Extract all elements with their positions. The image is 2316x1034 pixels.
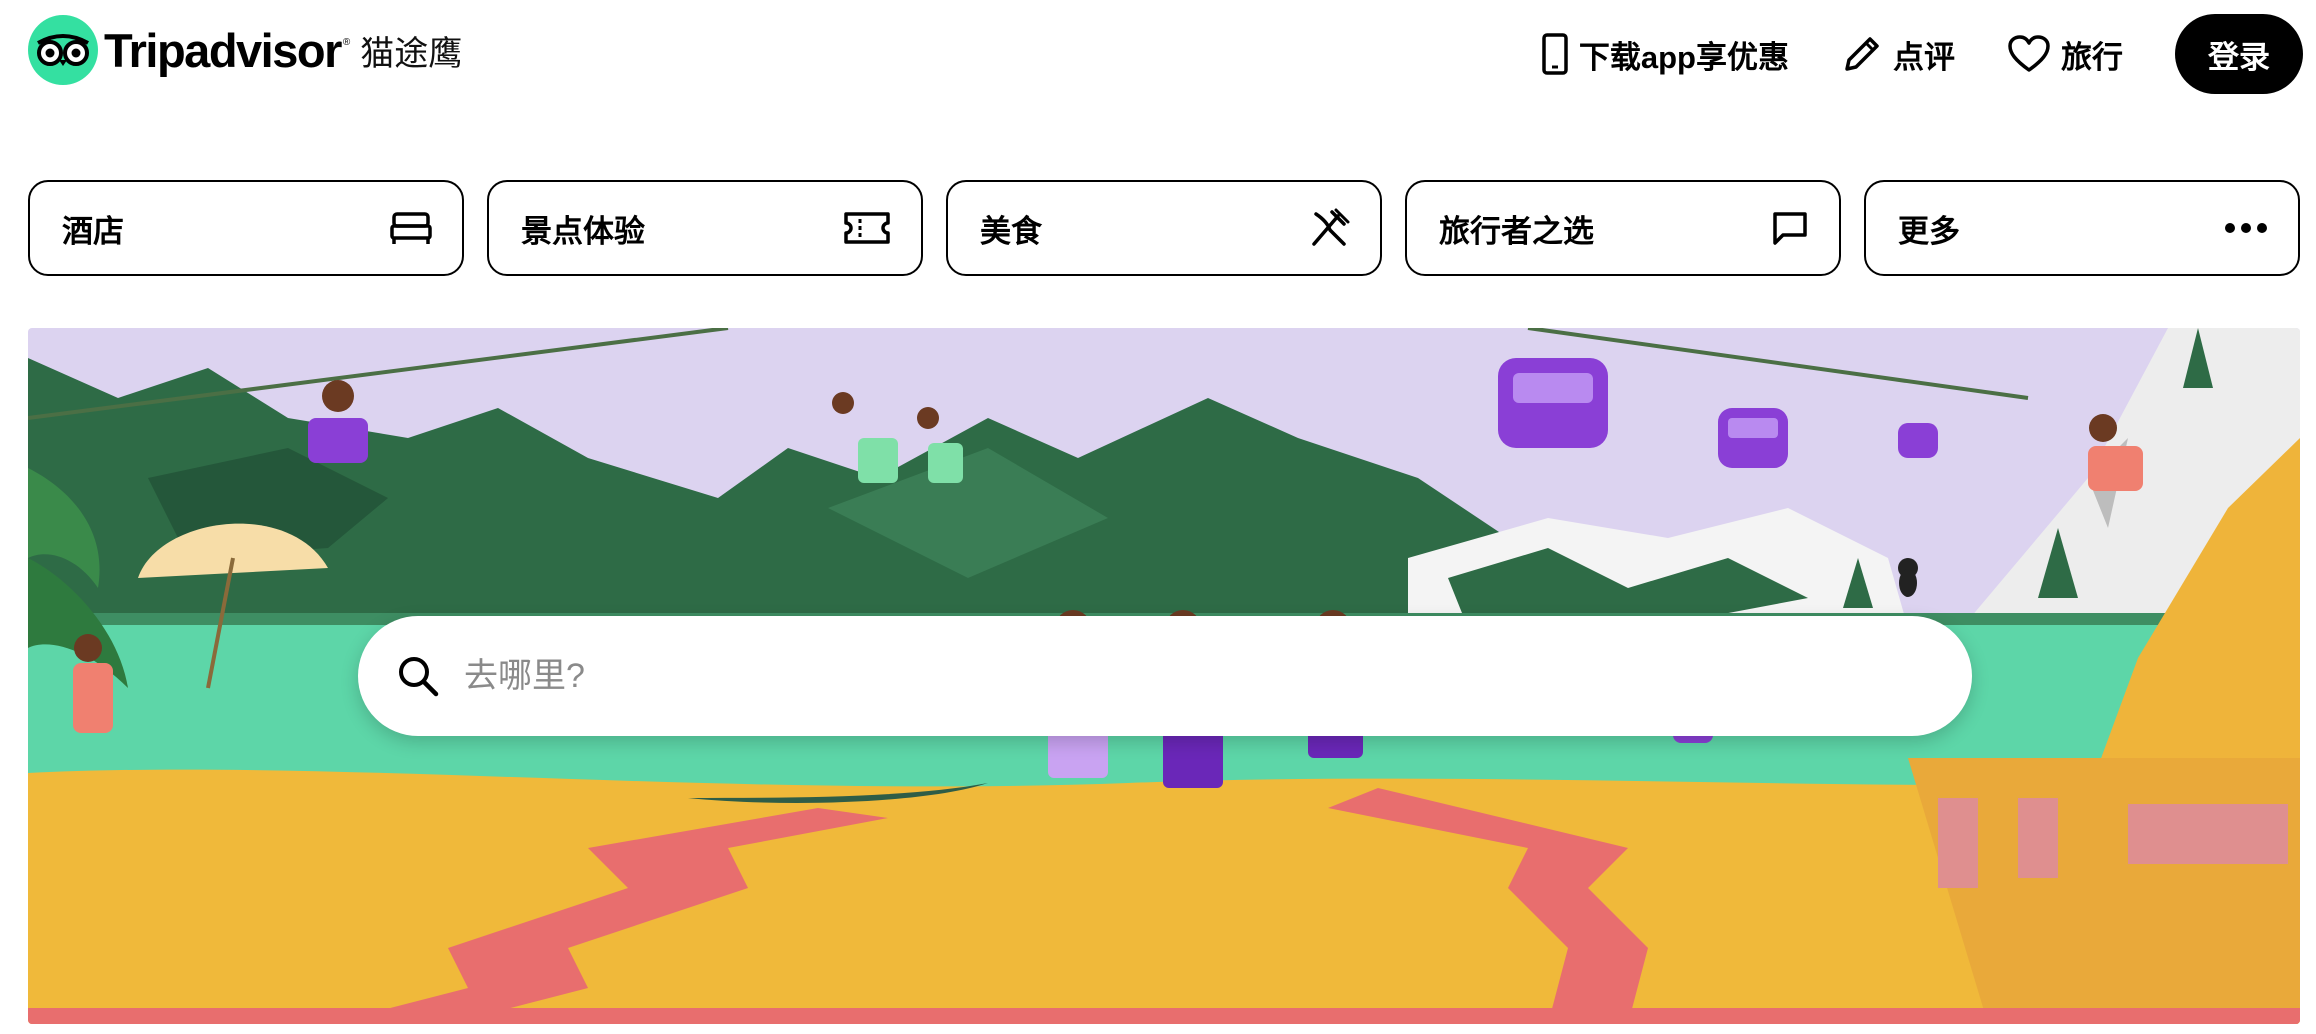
category-travelers-choice[interactable]: 旅行者之选 — [1405, 180, 1841, 276]
cutlery-icon — [1312, 208, 1350, 246]
category-more[interactable]: 更多 — [1864, 180, 2300, 276]
registered-mark: ® — [342, 36, 351, 48]
category-label: 酒店 — [62, 213, 124, 249]
chat-icon — [1773, 212, 1807, 245]
nav-review[interactable]: 点评 — [1841, 32, 1955, 77]
nav-trips-label: 旅行 — [2061, 39, 2123, 75]
category-bar: 酒店 景点体验 美食 旅行者之选 更多 — [28, 180, 2300, 276]
category-label: 美食 — [980, 213, 1042, 249]
brand-name: Tripadvisor — [104, 23, 342, 77]
search-icon — [399, 657, 439, 697]
heart-icon — [2008, 35, 2050, 72]
category-label: 旅行者之选 — [1439, 213, 1594, 249]
nav-download-app[interactable]: 下载app享优惠 — [1541, 32, 1789, 77]
nav-trips[interactable]: 旅行 — [2007, 32, 2123, 77]
category-attractions[interactable]: 景点体验 — [487, 180, 923, 276]
owl-logo-icon — [28, 15, 98, 85]
ticket-icon — [844, 212, 890, 244]
search-input[interactable] — [462, 655, 1766, 697]
phone-icon — [1542, 33, 1568, 75]
pencil-icon — [1845, 37, 1879, 71]
category-hotels[interactable]: 酒店 — [28, 180, 464, 276]
category-label: 更多 — [1898, 213, 1960, 249]
category-label: 景点体验 — [521, 213, 645, 249]
search-bar[interactable] — [358, 616, 1972, 736]
bed-icon — [390, 212, 432, 244]
more-icon — [2225, 223, 2267, 233]
category-restaurants[interactable]: 美食 — [946, 180, 1382, 276]
brand-name-cn: 猫途鹰 — [360, 34, 463, 73]
nav-download-app-label: 下载app享优惠 — [1578, 39, 1789, 75]
tripadvisor-logo[interactable]: Tripadvisor ® 猫途鹰 — [28, 15, 462, 85]
login-button[interactable]: 登录 — [2175, 14, 2303, 94]
nav-review-label: 点评 — [1893, 39, 1955, 75]
top-nav: 下载app享优惠 点评 旅行 登录 — [1541, 12, 2316, 96]
